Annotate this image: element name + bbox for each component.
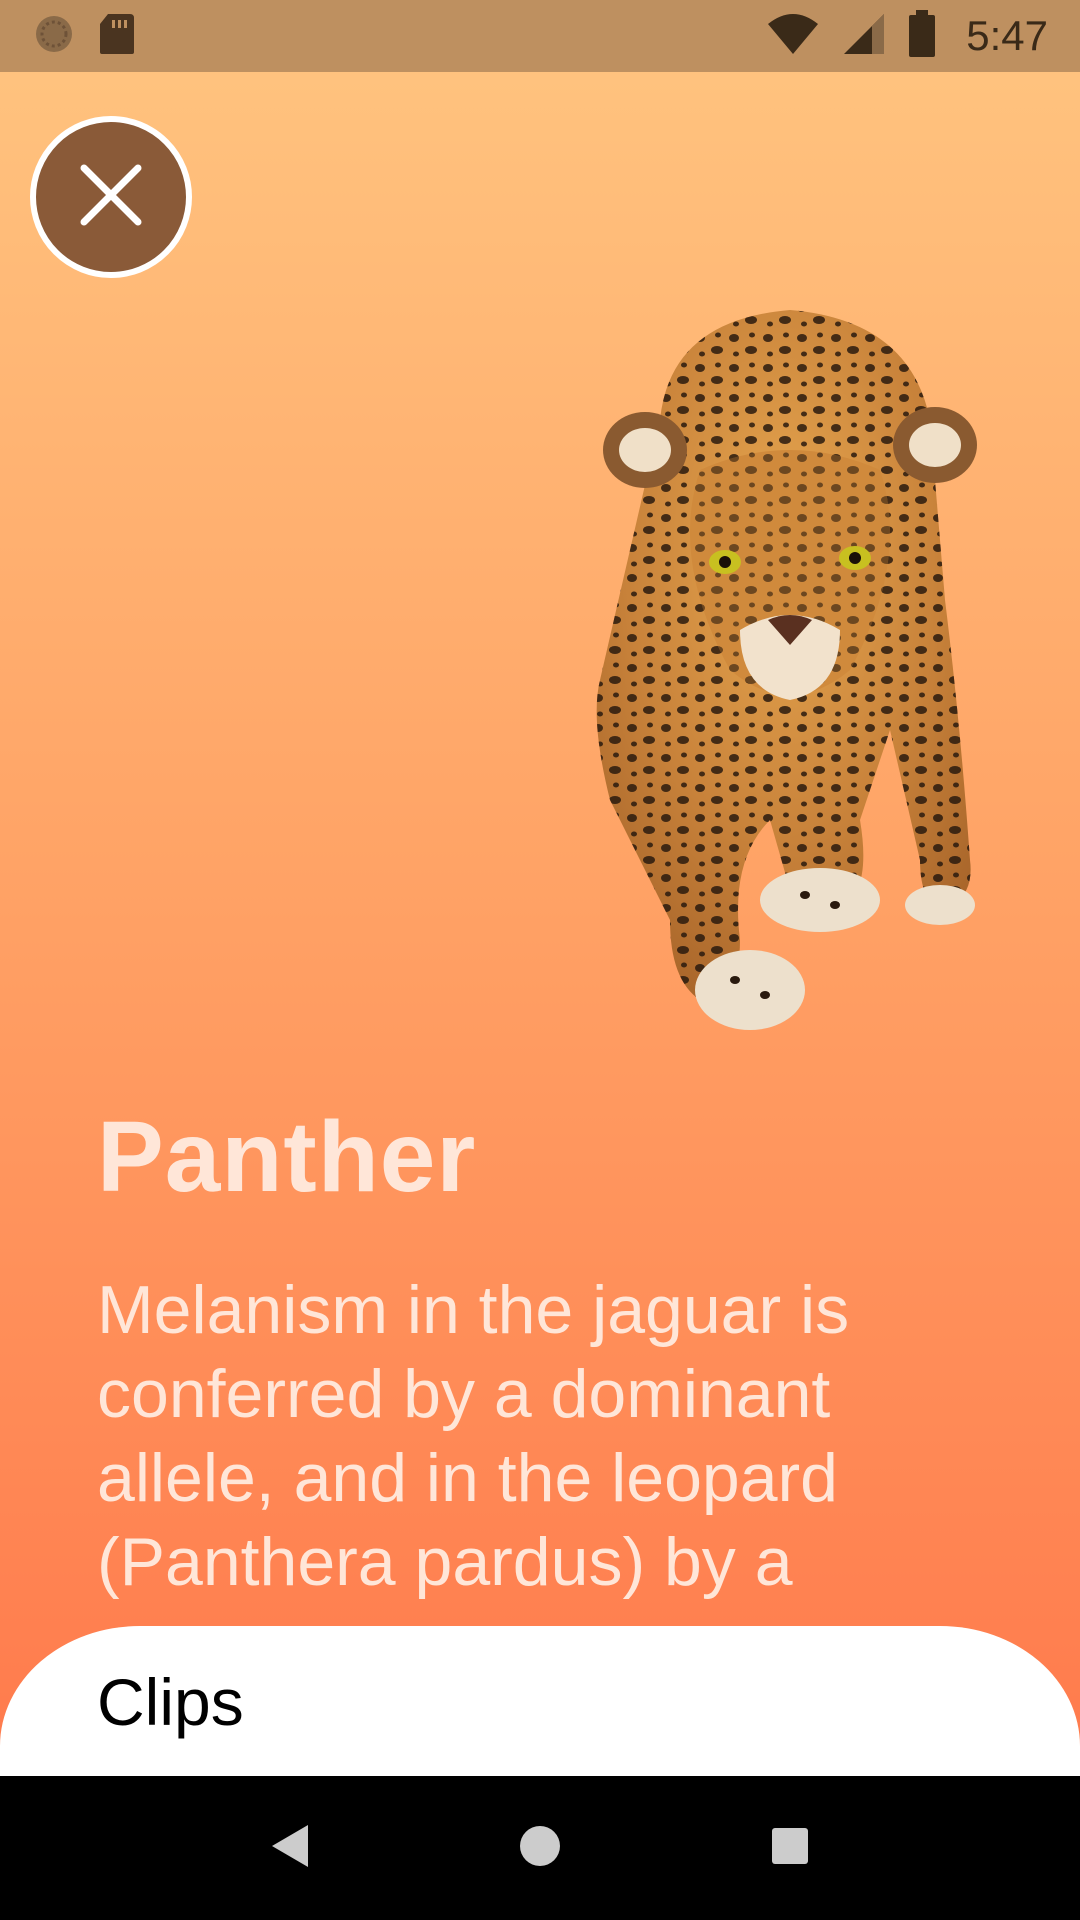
signal-icon [842, 12, 886, 61]
clips-label: Clips [97, 1665, 244, 1739]
screen: 5:47 Panther Melanism in the jaguar is c… [0, 0, 1080, 1920]
close-icon [76, 160, 146, 235]
back-icon [268, 1823, 312, 1874]
battery-icon [908, 9, 936, 63]
status-left [32, 12, 136, 61]
sync-icon [32, 12, 76, 61]
jaguar-illustration [590, 300, 1010, 1060]
close-button[interactable] [30, 116, 192, 278]
recents-button[interactable] [760, 1818, 820, 1878]
home-button[interactable] [510, 1818, 570, 1878]
back-button[interactable] [260, 1818, 320, 1878]
status-right: 5:47 [766, 9, 1048, 63]
home-icon [518, 1824, 562, 1873]
wifi-icon [766, 12, 820, 61]
animal-description: Melanism in the jaguar is conferred by a… [97, 1272, 850, 1600]
status-bar: 5:47 [0, 0, 1080, 72]
animal-title: Panther [97, 1101, 477, 1213]
status-time: 5:47 [966, 12, 1048, 59]
recents-icon [770, 1826, 810, 1871]
sd-card-icon [98, 12, 136, 61]
navigation-bar [0, 1776, 1080, 1920]
